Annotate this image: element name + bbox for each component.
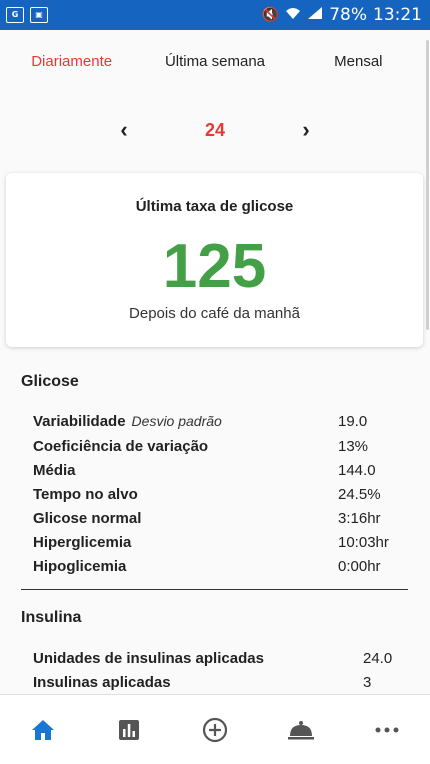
more-icon xyxy=(375,727,399,732)
chevron-right-icon[interactable]: › xyxy=(296,117,316,143)
stat-value: 24.0 xyxy=(363,649,393,667)
stat-label: Coeficiência de variação xyxy=(33,437,209,455)
stat-row-insulin-count: Insulinas aplicadas 3 xyxy=(33,670,403,694)
tab-monthly[interactable]: Mensal xyxy=(287,53,430,70)
stat-row-time-in-range: Tempo no alvo 24.5% xyxy=(33,482,403,506)
day-navigator: ‹ 24 › xyxy=(0,110,430,150)
stat-value: 19.0 xyxy=(338,412,368,430)
wifi-icon xyxy=(285,6,301,24)
nav-home[interactable] xyxy=(23,710,63,750)
stat-label: Média xyxy=(33,461,76,479)
stat-row-hypoglycemia: Hipoglicemia 0:00hr xyxy=(33,554,403,578)
stat-value: 144.0 xyxy=(338,461,376,479)
nav-stats[interactable] xyxy=(109,710,149,750)
stat-value: 24.5% xyxy=(338,485,381,503)
screenshot-icon: ▣ xyxy=(30,7,48,23)
bottom-nav xyxy=(0,694,430,764)
stat-value: 0:00hr xyxy=(338,557,381,575)
stat-row-normal-glucose: Glicose normal 3:16hr xyxy=(33,506,403,530)
scrollbar[interactable] xyxy=(426,40,429,330)
status-bar: G ▣ 🔇 78% 13:21 xyxy=(0,0,430,30)
home-icon xyxy=(32,719,54,740)
stat-row-insulin-units: Unidades de insulinas aplicadas 24.0 xyxy=(33,646,403,670)
stat-label: Variabilidade xyxy=(33,412,126,430)
battery-level: 78% xyxy=(329,5,367,25)
glucose-section-title: Glicose xyxy=(21,373,79,390)
stat-label: Glicose normal xyxy=(33,509,142,527)
last-glucose-card: Última taxa de glicose 125 Depois do caf… xyxy=(6,173,423,347)
stat-label: Tempo no alvo xyxy=(33,485,138,503)
stat-row-hyperglycemia: Hiperglicemia 10:03hr xyxy=(33,530,403,554)
chevron-left-icon[interactable]: ‹ xyxy=(114,117,134,143)
chart-icon xyxy=(119,719,139,740)
stat-row-average: Média 144.0 xyxy=(33,458,403,482)
tab-daily[interactable]: Diariamente xyxy=(0,53,143,70)
gallery-icon: G xyxy=(6,7,24,23)
status-right: 🔇 78% 13:21 xyxy=(262,5,422,25)
section-divider xyxy=(21,589,408,590)
last-glucose-value: 125 xyxy=(162,232,267,301)
current-day: 24 xyxy=(204,119,226,140)
food-cloche-icon xyxy=(288,720,314,739)
status-left: G ▣ xyxy=(6,7,48,23)
stat-label: Unidades de insulinas aplicadas xyxy=(33,649,264,667)
stat-label: Hiperglicemia xyxy=(33,533,132,551)
nav-more[interactable] xyxy=(367,710,407,750)
add-circle-icon xyxy=(202,717,228,742)
stat-hint: Desvio padrão xyxy=(131,413,222,429)
stat-label: Hipoglicemia xyxy=(33,557,127,575)
stat-value: 10:03hr xyxy=(338,533,389,551)
last-glucose-title: Última taxa de glicose xyxy=(135,198,294,215)
stat-value: 3 xyxy=(363,673,372,691)
nav-add[interactable] xyxy=(195,710,235,750)
stat-value: 3:16hr xyxy=(338,509,381,527)
clock: 13:21 xyxy=(373,5,422,25)
insulin-section-title: Insulina xyxy=(21,609,82,626)
last-glucose-context: Depois do café da manhã xyxy=(129,305,300,322)
nav-meals[interactable] xyxy=(281,710,321,750)
stat-label: Insulinas aplicadas xyxy=(33,673,171,691)
stat-row-coefficient: Coeficiência de variação 13% xyxy=(33,434,403,458)
signal-icon xyxy=(307,6,323,24)
period-tabs: Diariamente Última semana Mensal xyxy=(0,30,430,92)
stat-row-variability: Variabilidade Desvio padrão 19.0 xyxy=(33,409,403,433)
tab-last-week[interactable]: Última semana xyxy=(143,53,286,70)
mute-icon: 🔇 xyxy=(261,7,280,23)
stat-value: 13% xyxy=(338,437,369,455)
